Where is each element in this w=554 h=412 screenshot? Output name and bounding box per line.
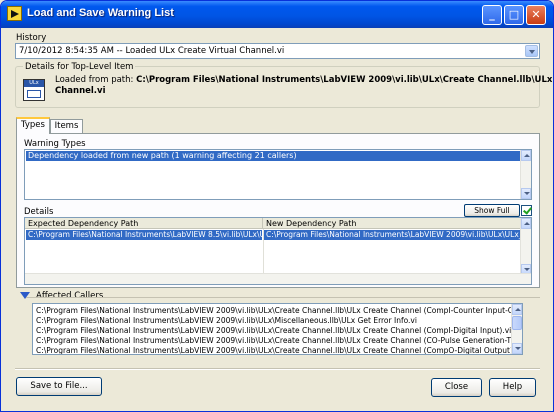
details-horizontal-scrollbar[interactable] <box>25 273 531 284</box>
chevron-down-icon[interactable] <box>525 45 538 57</box>
vi-icon-text: ULx <box>24 80 44 87</box>
maximize-button[interactable]: □ <box>504 5 524 25</box>
top-level-details-label: Details for Top-Level Item <box>23 62 136 72</box>
scroll-thumb[interactable] <box>512 316 522 330</box>
close-window-button[interactable]: ✕ <box>526 5 546 25</box>
caller-item[interactable]: C:\Program Files\National Instruments\La… <box>36 316 417 325</box>
scroll-up-arrow-icon[interactable] <box>521 150 531 161</box>
caller-item[interactable]: C:\Program Files\National Instruments\La… <box>36 346 522 354</box>
show-full-paths-button[interactable]: Show Full Paths <box>464 204 520 226</box>
warning-types-scrollbar[interactable] <box>520 150 531 199</box>
details-cell-new[interactable]: C:\Program Files\National Instruments\La… <box>264 230 521 240</box>
loaded-path-line2: Channel.vi <box>55 86 106 96</box>
loaded-path-prefix: Loaded from path: <box>55 75 134 85</box>
details-cell-expected[interactable]: C:\Program Files\National Instruments\La… <box>26 230 262 240</box>
loaded-path-value: C:\Program Files\National Instruments\La… <box>136 75 553 85</box>
affected-callers-list[interactable]: C:\Program Files\National Instruments\La… <box>32 303 523 355</box>
details-table[interactable]: Expected Dependency Path New Dependency … <box>24 217 532 285</box>
title-bar[interactable]: Load and Save Warning List _ □ ✕ <box>1 1 553 28</box>
affected-callers-divider <box>26 297 540 298</box>
history-dropdown[interactable]: 7/10/2012 8:54:35 AM -- Loaded ULx Creat… <box>15 43 540 59</box>
help-button[interactable]: Help <box>489 378 536 397</box>
caller-item[interactable]: C:\Program Files\National Instruments\La… <box>36 336 522 345</box>
affected-callers-label: Affected Callers <box>36 291 104 301</box>
close-button[interactable]: Close <box>431 378 482 397</box>
tab-items[interactable]: Items <box>50 119 83 134</box>
window-title: Load and Save Warning List <box>27 7 174 19</box>
minimize-button[interactable]: _ <box>482 5 502 25</box>
scroll-up-arrow-icon[interactable] <box>521 218 531 229</box>
column-header-expected-path[interactable]: Expected Dependency Path <box>25 218 263 229</box>
details-label: Details <box>24 207 54 217</box>
column-header-new-path[interactable]: New Dependency Path <box>263 218 522 229</box>
warning-types-label: Warning Types <box>24 139 86 149</box>
save-to-file-button[interactable]: Save to File... <box>16 377 102 396</box>
warning-type-item[interactable]: Dependency loaded from new path (1 warni… <box>26 151 520 161</box>
loaded-path-line1: Loaded from path: C:\Program Files\Natio… <box>55 75 553 85</box>
scroll-down-arrow-icon[interactable] <box>512 343 522 354</box>
history-selected-value: 7/10/2012 8:54:35 AM -- Loaded ULx Creat… <box>19 46 285 56</box>
tab-types[interactable]: Types <box>16 117 50 134</box>
labview-app-icon <box>7 6 22 21</box>
vi-icon: ULx <box>23 79 45 101</box>
dialog-window: Load and Save Warning List _ □ ✕ History… <box>0 0 554 412</box>
scroll-up-arrow-icon[interactable] <box>512 304 522 315</box>
warning-types-list[interactable]: Dependency loaded from new path (1 warni… <box>24 149 532 200</box>
show-full-paths-checkbox[interactable] <box>521 205 532 216</box>
affected-callers-scrollbar[interactable] <box>511 304 522 354</box>
details-vertical-scrollbar[interactable] <box>520 218 531 275</box>
caller-item[interactable]: C:\Program Files\National Instruments\La… <box>36 326 511 335</box>
history-label: History <box>16 33 47 43</box>
scroll-down-arrow-icon[interactable] <box>521 188 531 199</box>
footer-separator <box>15 368 540 370</box>
caller-item[interactable]: C:\Program Files\National Instruments\La… <box>36 306 522 315</box>
